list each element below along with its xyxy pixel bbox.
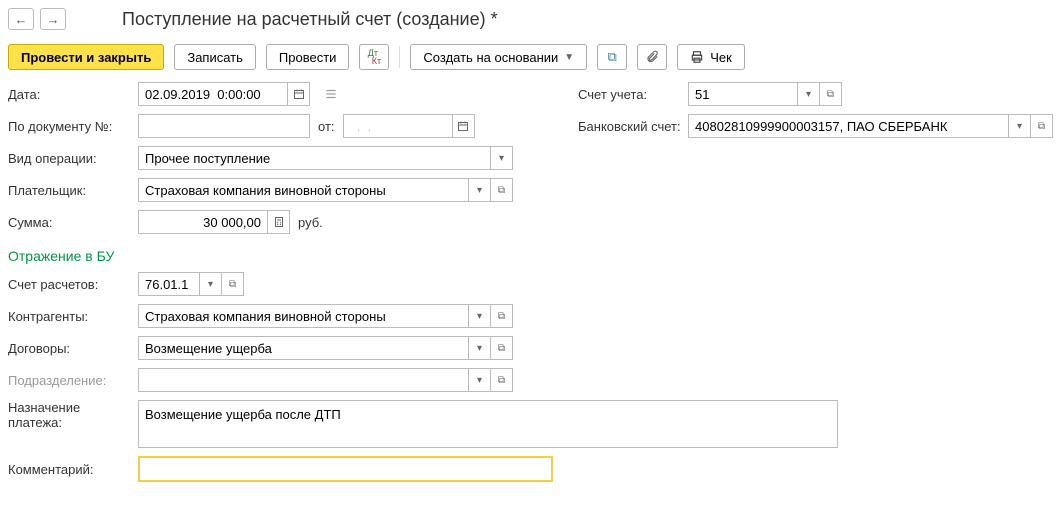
calendar-button-2[interactable] — [453, 114, 475, 138]
printer-icon — [690, 50, 704, 64]
dropdown-button[interactable]: ▾ — [200, 272, 222, 296]
chevron-down-icon: ▾ — [477, 311, 482, 322]
post-and-close-button[interactable]: Провести и закрыть — [8, 44, 164, 70]
currency-label: руб. — [298, 215, 323, 230]
calculator-icon — [273, 216, 285, 228]
calculator-button[interactable] — [268, 210, 290, 234]
chevron-down-icon: ▾ — [477, 185, 482, 196]
dropdown-button[interactable]: ▾ — [469, 304, 491, 328]
dropdown-button[interactable]: ▾ — [798, 82, 820, 106]
division-label: Подразделение: — [8, 373, 138, 388]
counterparty-label: Контрагенты: — [8, 309, 138, 324]
open-button[interactable]: ⧉ — [1031, 114, 1053, 138]
arrow-right-icon: → — [47, 12, 60, 27]
post-button[interactable]: Провести — [266, 44, 350, 70]
open-button[interactable]: ⧉ — [491, 368, 513, 392]
attachment-button[interactable] — [637, 44, 667, 70]
open-icon: ⧉ — [498, 375, 505, 386]
open-button[interactable]: ⧉ — [491, 178, 513, 202]
bank-account-label: Банковский счет: — [578, 119, 688, 134]
bu-section-title: Отражение в БУ — [8, 248, 1053, 264]
dropdown-button[interactable]: ▾ — [491, 146, 513, 170]
open-icon: ⧉ — [229, 279, 236, 290]
chevron-down-icon: ▾ — [499, 153, 504, 164]
open-button[interactable]: ⧉ — [222, 272, 244, 296]
calendar-button[interactable] — [288, 82, 310, 106]
open-icon: ⧉ — [1038, 121, 1045, 132]
sum-label: Сумма: — [8, 215, 138, 230]
settle-acc-label: Счет расчетов: — [8, 277, 138, 292]
contract-label: Договоры: — [8, 341, 138, 356]
division-input[interactable] — [138, 368, 469, 392]
doc-num-input[interactable] — [138, 114, 310, 138]
doc-from-label: от: — [318, 119, 335, 134]
doc-num-label: По документу №: — [8, 119, 138, 134]
page-title: Поступление на расчетный счет (создание)… — [122, 9, 498, 30]
date-label: Дата: — [8, 87, 138, 102]
counterparty-input[interactable] — [138, 304, 469, 328]
open-icon: ⧉ — [827, 89, 834, 100]
open-button[interactable]: ⧉ — [820, 82, 842, 106]
chevron-down-icon: ▾ — [806, 89, 811, 100]
chevron-down-icon: ▼ — [564, 52, 574, 63]
nav-forward-button[interactable]: → — [40, 8, 66, 30]
toolbar-separator — [399, 46, 400, 68]
account-label: Счет учета: — [578, 87, 688, 102]
chevron-down-icon: ▾ — [477, 343, 482, 354]
open-icon: ⧉ — [498, 343, 505, 354]
dropdown-button[interactable]: ▾ — [469, 336, 491, 360]
payer-input[interactable] — [138, 178, 469, 202]
list-icon[interactable] — [324, 87, 338, 101]
payer-label: Плательщик: — [8, 183, 138, 198]
purpose-textarea[interactable] — [138, 400, 838, 448]
contract-input[interactable] — [138, 336, 469, 360]
calendar-icon — [293, 88, 305, 100]
sum-input[interactable] — [138, 210, 268, 234]
check-button[interactable]: Чек — [677, 44, 745, 70]
comment-input[interactable] — [138, 456, 553, 482]
dtkt-icon: ДтКт — [368, 49, 381, 65]
settle-acc-input[interactable] — [138, 272, 200, 296]
structure-button[interactable]: ⧉ — [597, 44, 627, 70]
open-icon: ⧉ — [498, 185, 505, 196]
dropdown-button[interactable]: ▾ — [1009, 114, 1031, 138]
open-icon: ⧉ — [498, 311, 505, 322]
purpose-label: Назначение платежа: — [8, 400, 138, 430]
op-type-label: Вид операции: — [8, 151, 138, 166]
chevron-down-icon: ▾ — [208, 279, 213, 290]
open-button[interactable]: ⧉ — [491, 304, 513, 328]
save-button[interactable]: Записать — [174, 44, 256, 70]
paperclip-icon — [645, 50, 659, 64]
comment-label: Комментарий: — [8, 462, 138, 477]
toolbar: Провести и закрыть Записать Провести ДтК… — [8, 44, 1053, 70]
nav-back-button[interactable]: ← — [8, 8, 34, 30]
arrow-left-icon: ← — [15, 12, 28, 27]
date-input[interactable] — [138, 82, 288, 106]
account-input[interactable] — [688, 82, 798, 106]
structure-icon: ⧉ — [608, 49, 617, 65]
dropdown-button[interactable]: ▾ — [469, 178, 491, 202]
doc-from-input[interactable] — [343, 114, 453, 138]
op-type-input[interactable] — [138, 146, 491, 170]
create-based-on-button[interactable]: Создать на основании ▼ — [410, 44, 587, 70]
chevron-down-icon: ▾ — [477, 375, 482, 386]
open-button[interactable]: ⧉ — [491, 336, 513, 360]
dtkt-button[interactable]: ДтКт — [359, 44, 389, 70]
dropdown-button[interactable]: ▾ — [469, 368, 491, 392]
chevron-down-icon: ▾ — [1017, 121, 1022, 132]
calendar-icon — [457, 120, 469, 132]
bank-account-input[interactable] — [688, 114, 1009, 138]
